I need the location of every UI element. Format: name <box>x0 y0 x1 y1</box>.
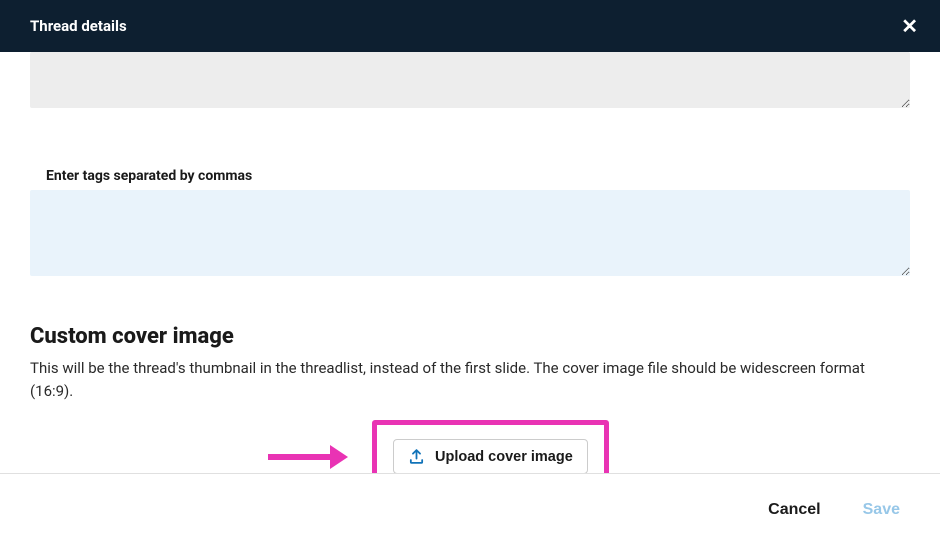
highlight-arrow <box>268 445 348 469</box>
save-button[interactable]: Save <box>863 501 900 519</box>
cover-image-description: This will be the thread's thumbnail in t… <box>30 357 910 402</box>
cancel-button[interactable]: Cancel <box>768 501 820 519</box>
arrow-line <box>268 454 330 460</box>
description-textarea[interactable] <box>30 52 910 108</box>
tags-label: Enter tags separated by commas <box>46 168 910 184</box>
modal-title: Thread details <box>30 17 127 35</box>
arrow-head-icon <box>330 445 348 469</box>
cover-image-heading: Custom cover image <box>30 324 910 349</box>
upload-icon <box>408 448 425 465</box>
close-icon[interactable]: ✕ <box>901 16 918 36</box>
modal-footer: Cancel Save <box>0 473 940 545</box>
upload-button-label: Upload cover image <box>435 449 573 465</box>
modal-content: Enter tags separated by commas Custom co… <box>0 52 940 493</box>
upload-cover-image-button[interactable]: Upload cover image <box>393 439 588 474</box>
modal-header: Thread details ✕ <box>0 0 940 52</box>
tags-textarea[interactable] <box>30 190 910 276</box>
